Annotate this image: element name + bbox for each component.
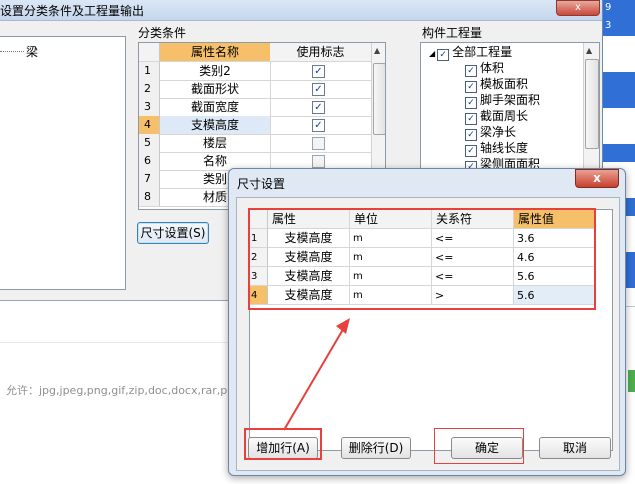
- quantity-item-label: 模板面积: [480, 77, 529, 91]
- root-checkbox[interactable]: ✓: [437, 49, 450, 61]
- use-flag-cell: [270, 134, 371, 152]
- annotation-box-add-button: [244, 428, 322, 460]
- use-flag-cell: ✓: [270, 62, 371, 80]
- row-number: 4: [139, 116, 160, 134]
- condition-row[interactable]: 1 类别2 ✓: [139, 62, 371, 81]
- quantity-item-checkbox[interactable]: ✓: [465, 129, 477, 141]
- condition-row[interactable]: 2 截面形状 ✓: [139, 80, 371, 99]
- quantity-tree: ◢ ✓ 全部工程量 ✓ 体积 ✓ 模板面积 ✓ 脚手架面积 ✓ 截面周长 ✓ 梁净长 ✓ 轴线长度 ✓ 梁侧面…: [420, 42, 600, 178]
- dialog-close-button[interactable]: x: [575, 169, 619, 188]
- row-number: 3: [139, 98, 160, 116]
- tree-item-beam[interactable]: 梁: [26, 43, 38, 60]
- quantity-item[interactable]: ✓ 轴线长度: [465, 141, 529, 157]
- scroll-up-icon[interactable]: ▲: [374, 46, 380, 55]
- strip-cell: [603, 108, 635, 127]
- collapse-icon[interactable]: ◢: [429, 49, 435, 58]
- size-settings-button[interactable]: 尺寸设置(S): [137, 222, 209, 244]
- condition-attr-name: 截面宽度: [160, 98, 271, 116]
- use-flag-cell: ✓: [270, 116, 371, 134]
- scroll-up-icon[interactable]: ▲: [586, 46, 592, 55]
- use-flag-checkbox[interactable]: [312, 155, 325, 168]
- row-number: 6: [139, 152, 160, 170]
- condition-attr-name: 类别2: [160, 62, 271, 80]
- row-number: 1: [139, 62, 160, 80]
- quantity-item-label: 截面周长: [480, 109, 529, 123]
- tree-connector: [0, 51, 24, 52]
- component-tree[interactable]: 梁: [0, 36, 126, 290]
- quantity-item-label: 脚手架面积: [480, 93, 541, 107]
- quantity-item-checkbox[interactable]: ✓: [465, 113, 477, 125]
- delete-row-button[interactable]: 删除行(D): [341, 437, 411, 459]
- strip-cell: [603, 72, 635, 91]
- strip-cell-label: 9: [605, 2, 612, 13]
- quantity-group-label: 构件工程量: [422, 26, 483, 40]
- dialog-title: 尺寸设置: [237, 177, 286, 191]
- use-flag-cell: ✓: [270, 80, 371, 98]
- condition-row[interactable]: 5 楼层: [139, 134, 371, 153]
- divider: [0, 342, 240, 343]
- quantity-item-checkbox[interactable]: ✓: [465, 145, 477, 157]
- row-number: 2: [139, 80, 160, 98]
- strip-cell: 9: [603, 0, 635, 19]
- use-flag-checkbox[interactable]: ✓: [312, 101, 325, 114]
- use-flag-checkbox[interactable]: ✓: [312, 65, 325, 78]
- condition-scroll-thumb[interactable]: [373, 63, 385, 135]
- quantity-scroll-thumb[interactable]: [585, 59, 599, 149]
- use-flag-checkbox[interactable]: [312, 137, 325, 150]
- header-corner: [139, 43, 160, 61]
- quantity-item[interactable]: ✓ 体积: [465, 61, 505, 77]
- background-close-button[interactable]: x: [556, 0, 600, 16]
- condition-group-label: 分类条件: [138, 26, 187, 40]
- condition-attr-name: 楼层: [160, 134, 271, 152]
- background-title-bar: 设置分类条件及工程量输出: [0, 0, 610, 21]
- quantity-scrollbar[interactable]: ▲: [583, 43, 599, 177]
- quantity-item-label: 体积: [480, 61, 505, 75]
- use-flag-cell: ✓: [270, 98, 371, 116]
- use-flag-checkbox[interactable]: ✓: [312, 83, 325, 96]
- quantity-item[interactable]: ✓ 梁净长: [465, 125, 517, 141]
- quantity-root-item[interactable]: ◢ ✓ 全部工程量: [429, 45, 512, 61]
- strip-cell-label: 3: [605, 20, 612, 31]
- cancel-button[interactable]: 取消: [539, 437, 611, 459]
- condition-row[interactable]: 3 截面宽度 ✓: [139, 98, 371, 117]
- green-button-edge[interactable]: [628, 370, 635, 392]
- row-number: 8: [139, 188, 160, 206]
- annotation-box-ok-button: [434, 428, 524, 464]
- header-attr-name: 属性名称: [160, 43, 271, 61]
- strip-cell: [603, 90, 635, 109]
- header-use-flag: 使用标志: [270, 43, 371, 61]
- condition-row[interactable]: 4 支模高度 ✓: [139, 116, 371, 135]
- quantity-item-checkbox[interactable]: ✓: [465, 97, 477, 109]
- quantity-item[interactable]: ✓ 模板面积: [465, 77, 529, 93]
- background-window-title: 设置分类条件及工程量输出: [0, 4, 145, 18]
- use-flag-checkbox[interactable]: ✓: [312, 119, 325, 132]
- quantity-item-label: 梁净长: [480, 125, 517, 139]
- strip-cell: [603, 144, 635, 163]
- quantity-item[interactable]: ✓ 截面周长: [465, 109, 529, 125]
- annotation-box-rows: [248, 208, 596, 310]
- condition-table-header: 属性名称 使用标志: [139, 43, 371, 62]
- row-number: 5: [139, 134, 160, 152]
- condition-attr-name: 截面形状: [160, 80, 271, 98]
- strip-cell: [603, 36, 635, 55]
- row-number: 7: [139, 170, 160, 188]
- strip-cell: [603, 126, 635, 145]
- strip-cell: 3: [603, 18, 635, 37]
- quantity-item-checkbox[interactable]: ✓: [465, 65, 477, 77]
- quantity-item[interactable]: ✓ 脚手架面积: [465, 93, 541, 109]
- upload-hint-text: 允许：jpg,jpeg,png,gif,zip,doc,docx,rar,p: [6, 384, 228, 397]
- strip-cell: [603, 54, 635, 73]
- condition-attr-name: 支模高度: [160, 116, 271, 134]
- quantity-item-checkbox[interactable]: ✓: [465, 81, 477, 93]
- quantity-item-label: 轴线长度: [480, 141, 529, 155]
